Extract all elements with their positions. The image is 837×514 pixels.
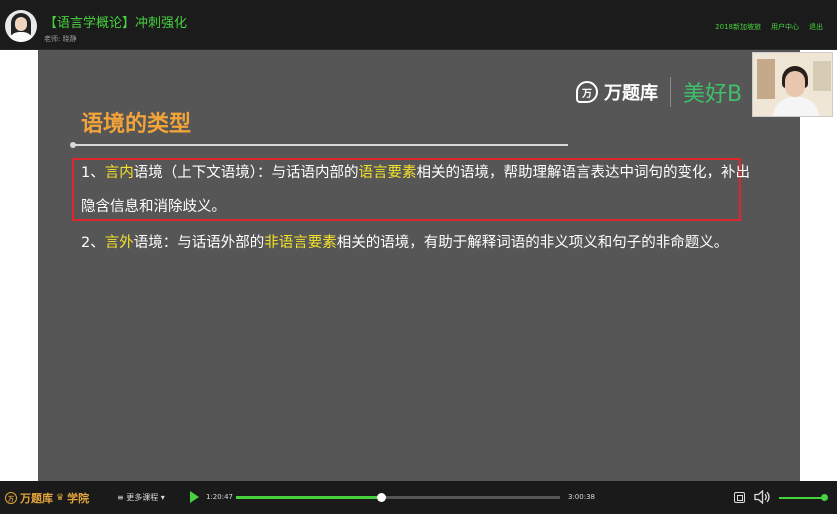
play-icon[interactable]: [190, 491, 199, 503]
progress-bar[interactable]: [236, 493, 560, 502]
volume-fill: [779, 497, 825, 499]
progress-knob[interactable]: [376, 493, 386, 502]
volume-knob[interactable]: [821, 494, 829, 501]
footer-brand: 万 万题库 ♛ 学院: [5, 490, 89, 506]
volume-slider[interactable]: [779, 494, 829, 501]
video-player-app: 【语言学概论】冲刺强化 老师: 晓静 2018新加坡旅 用户中心 退出 万 万题…: [0, 0, 837, 514]
current-time: 1:20:47: [206, 493, 233, 501]
header-bar: 【语言学概论】冲刺强化 老师: 晓静 2018新加坡旅 用户中心 退出: [0, 0, 837, 50]
point-1-highlight: 言内: [104, 165, 134, 181]
lecture-slide: 万 万题库 美好B 语境的类型 1、言内语境（上下文语境）：与话语内部的语言要素…: [38, 50, 800, 481]
point-2-highlight-2: 非语言要素: [264, 235, 337, 251]
picture-in-picture-icon[interactable]: [734, 492, 745, 503]
title-divider: [70, 142, 568, 148]
progress-fill: [236, 496, 381, 499]
top-links: 2018新加坡旅 用户中心 退出: [715, 22, 823, 32]
top-link-promo[interactable]: 2018新加坡旅: [715, 22, 761, 32]
slide-title: 语境的类型: [81, 112, 192, 137]
slide-slogan: 美好B: [683, 82, 743, 107]
teacher-avatar: [5, 10, 37, 42]
course-title: 【语言学概论】冲刺强化: [44, 16, 188, 31]
player-controls: 万 万题库 ♛ 学院 ≡ 更多课程 ▾ 1:20:47 3:00:38: [0, 481, 837, 514]
teacher-name: 老师: 晓静: [44, 35, 77, 43]
brand-logo-icon: 万: [576, 81, 598, 103]
top-link-user-center[interactable]: 用户中心: [771, 22, 799, 32]
logo-divider: [670, 77, 671, 107]
volume-icon[interactable]: [754, 490, 772, 504]
slide-logo-text: 万题库: [604, 83, 658, 104]
point-1-highlight-2: 语言要素: [358, 165, 417, 181]
point-2-highlight: 言外: [104, 235, 134, 251]
top-link-logout[interactable]: 退出: [809, 22, 823, 32]
slide-logo: 万 万题库 美好B: [576, 76, 742, 108]
brand-logo-icon: 万: [5, 492, 17, 504]
video-stage[interactable]: 万 万题库 美好B 语境的类型 1、言内语境（上下文语境）：与话语内部的语言要素…: [0, 50, 837, 481]
slide-point-2: 2、言外语境：与话语外部的非语言要素相关的语境，有助于解释词语的非义项义和句子的…: [81, 235, 729, 251]
teacher-webcam[interactable]: [752, 52, 833, 117]
more-courses-menu[interactable]: ≡ 更多课程 ▾: [117, 492, 165, 503]
total-time: 3:00:38: [568, 493, 595, 501]
slide-point-1: 1、言内语境（上下文语境）：与话语内部的语言要素相关的语境，帮助理解语言表达中词…: [81, 165, 750, 215]
